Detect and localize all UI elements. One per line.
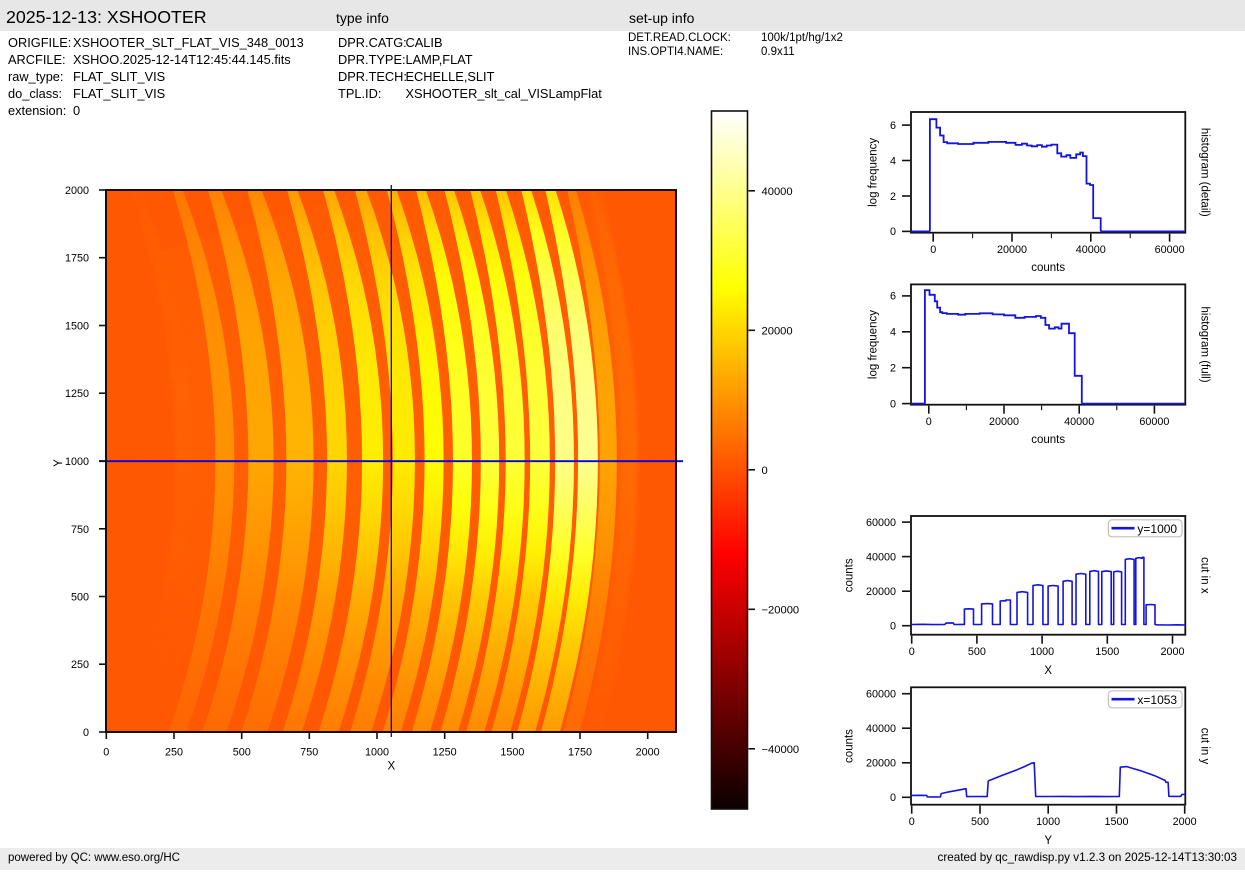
- svg-text:250: 250: [165, 747, 183, 759]
- svg-text:6: 6: [890, 120, 896, 132]
- svg-text:cut in y: cut in y: [1199, 728, 1211, 765]
- svg-text:40000: 40000: [762, 186, 793, 198]
- svg-text:1000: 1000: [1030, 646, 1054, 658]
- svg-text:0: 0: [930, 244, 936, 256]
- svg-text:Y: Y: [53, 459, 65, 467]
- svg-text:6: 6: [890, 291, 896, 303]
- svg-text:y=1000: y=1000: [1137, 522, 1177, 536]
- svg-text:500: 500: [233, 747, 251, 759]
- svg-text:1750: 1750: [568, 747, 592, 759]
- svg-text:500: 500: [971, 816, 989, 828]
- svg-text:X: X: [1044, 665, 1052, 677]
- svg-text:60000: 60000: [1155, 244, 1185, 256]
- svg-text:0: 0: [762, 465, 768, 477]
- svg-text:500: 500: [968, 646, 986, 658]
- svg-text:1500: 1500: [1095, 646, 1119, 658]
- svg-text:20000: 20000: [866, 758, 896, 770]
- svg-text:0: 0: [890, 398, 896, 410]
- svg-text:2000: 2000: [1160, 646, 1184, 658]
- svg-text:1250: 1250: [433, 747, 457, 759]
- svg-text:Y: Y: [1044, 835, 1052, 847]
- svg-text:4: 4: [890, 327, 896, 339]
- svg-text:500: 500: [71, 592, 89, 604]
- svg-text:1500: 1500: [65, 321, 89, 333]
- svg-text:20000: 20000: [997, 244, 1027, 256]
- svg-text:X: X: [387, 761, 395, 773]
- svg-text:0: 0: [103, 747, 109, 759]
- svg-text:counts: counts: [1031, 434, 1065, 446]
- svg-text:2000: 2000: [65, 185, 89, 197]
- svg-text:1750: 1750: [65, 253, 89, 265]
- svg-text:log frequency: log frequency: [867, 138, 879, 207]
- svg-text:1500: 1500: [500, 747, 524, 759]
- svg-text:40000: 40000: [866, 723, 896, 735]
- svg-text:0: 0: [83, 727, 89, 739]
- svg-text:750: 750: [300, 747, 318, 759]
- svg-text:60000: 60000: [866, 517, 896, 529]
- svg-text:log frequency: log frequency: [867, 310, 879, 379]
- svg-text:2000: 2000: [636, 747, 660, 759]
- svg-text:1000: 1000: [1036, 816, 1060, 828]
- svg-text:0: 0: [909, 816, 915, 828]
- svg-text:counts: counts: [844, 729, 856, 763]
- svg-text:40000: 40000: [1076, 244, 1106, 256]
- svg-text:250: 250: [71, 659, 89, 671]
- svg-text:histogram (full): histogram (full): [1199, 307, 1211, 383]
- svg-text:4: 4: [890, 155, 896, 167]
- svg-text:20000: 20000: [866, 586, 896, 598]
- svg-text:1000: 1000: [365, 747, 389, 759]
- svg-text:40000: 40000: [866, 551, 896, 563]
- svg-text:750: 750: [71, 524, 89, 536]
- svg-text:20000: 20000: [989, 416, 1019, 428]
- svg-text:0: 0: [890, 792, 896, 804]
- svg-text:cut in x: cut in x: [1198, 557, 1210, 594]
- svg-text:0: 0: [890, 226, 896, 238]
- svg-text:60000: 60000: [866, 689, 896, 701]
- svg-text:0: 0: [909, 646, 915, 658]
- svg-text:2: 2: [890, 363, 896, 375]
- svg-text:−20000: −20000: [762, 604, 800, 616]
- svg-text:counts: counts: [1031, 262, 1065, 274]
- svg-text:0: 0: [926, 416, 932, 428]
- svg-text:60000: 60000: [1139, 416, 1169, 428]
- svg-text:1000: 1000: [65, 456, 89, 468]
- svg-text:0: 0: [890, 621, 896, 633]
- svg-text:40000: 40000: [1064, 416, 1094, 428]
- svg-text:1250: 1250: [65, 388, 89, 400]
- svg-text:x=1053: x=1053: [1137, 693, 1177, 707]
- svg-text:2: 2: [890, 191, 896, 203]
- svg-text:−40000: −40000: [762, 744, 800, 756]
- svg-text:1500: 1500: [1104, 816, 1128, 828]
- svg-text:counts: counts: [844, 558, 856, 592]
- svg-text:20000: 20000: [762, 325, 793, 337]
- svg-text:2000: 2000: [1173, 816, 1197, 828]
- svg-text:histogram (detail): histogram (detail): [1199, 128, 1211, 217]
